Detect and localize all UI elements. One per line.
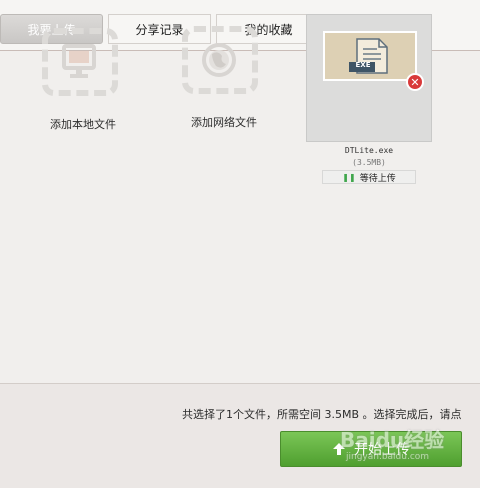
globe-icon xyxy=(202,43,236,77)
upload-dialog: 我要上传 分享记录 我的收藏 添加本地文件 添加网络文件 EXE ✕ DTLit… xyxy=(0,0,480,488)
remove-file-close-icon[interactable]: ✕ xyxy=(406,73,424,91)
add-network-file-button[interactable] xyxy=(182,26,258,94)
watermark-text: Baidu经验 xyxy=(340,428,445,452)
add-local-file-button[interactable] xyxy=(42,28,118,96)
monitor-icon xyxy=(62,44,96,78)
add-local-file-label[interactable]: 添加本地文件 xyxy=(50,116,116,132)
pause-icon[interactable]: ❚❚ xyxy=(342,173,355,182)
add-network-file-label[interactable]: 添加网络文件 xyxy=(191,114,257,130)
baidu-watermark: Baidu经验 jingyan.baidu.com xyxy=(340,420,480,470)
file-size: (3.5MB) xyxy=(352,158,386,167)
watermark-url: jingyan.baidu.com xyxy=(346,452,430,462)
file-name: DTLite.exe xyxy=(344,146,394,155)
exe-badge: EXE xyxy=(355,61,371,69)
document-icon xyxy=(349,38,388,74)
file-status: ❚❚ 等待上传 xyxy=(322,170,416,184)
file-thumbnail: EXE xyxy=(323,31,417,81)
file-status-label: 等待上传 xyxy=(359,173,396,184)
